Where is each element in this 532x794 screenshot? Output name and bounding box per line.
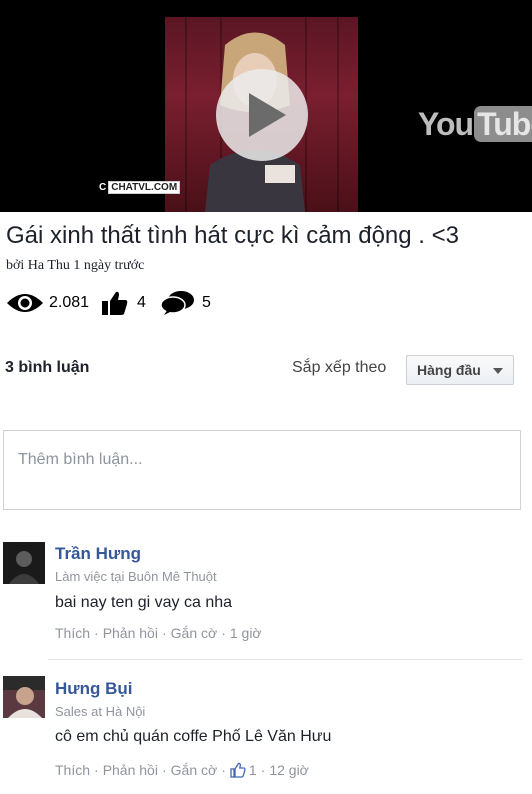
separator: · bbox=[260, 762, 266, 778]
youtube-logo: YouTube bbox=[418, 106, 532, 143]
thumbs-up-icon bbox=[230, 762, 246, 778]
flag-link[interactable]: Gắn cờ bbox=[171, 762, 218, 778]
separator: · bbox=[94, 762, 99, 778]
stats-bar: 2.081 4 5 bbox=[6, 288, 211, 318]
comment-text: bai nay ten gi vay ca nha bbox=[55, 594, 233, 611]
comment-author[interactable]: Trần Hưng bbox=[55, 544, 141, 564]
add-comment-input[interactable]: Thêm bình luận... bbox=[3, 430, 521, 510]
like-link[interactable]: Thích bbox=[55, 762, 90, 778]
comment-bubbles-icon[interactable] bbox=[160, 289, 196, 317]
like-link[interactable]: Thích bbox=[55, 625, 90, 641]
comments-count-heading: 3 bình luận bbox=[5, 359, 90, 376]
avatar[interactable] bbox=[3, 676, 45, 718]
comment-actions: Thích · Phản hồi · Gắn cờ · 1 · 12 giờ bbox=[55, 762, 309, 778]
comment-time[interactable]: 1 giờ bbox=[230, 625, 262, 641]
reply-link[interactable]: Phản hồi bbox=[103, 625, 158, 641]
caret-down-icon bbox=[493, 368, 503, 374]
comment-author[interactable]: Hưng Bụi bbox=[55, 679, 132, 699]
separator: · bbox=[161, 625, 167, 641]
separator: · bbox=[221, 762, 226, 778]
eye-icon bbox=[7, 294, 43, 312]
sort-dropdown-value: Hàng đầu bbox=[417, 362, 481, 378]
thumbs-up-icon[interactable] bbox=[101, 289, 129, 317]
comment-actions: Thích · Phản hồi · Gắn cờ · 1 giờ bbox=[55, 625, 262, 641]
reply-link[interactable]: Phản hồi bbox=[103, 762, 158, 778]
comment-divider bbox=[48, 659, 522, 660]
comment-author-subtitle: Sales at Hà Nội bbox=[55, 704, 146, 719]
avatar[interactable] bbox=[3, 542, 45, 584]
like-count: 4 bbox=[137, 294, 146, 311]
post-byline: bởi Ha Thu 1 ngày trước bbox=[6, 258, 145, 273]
separator: · bbox=[161, 762, 167, 778]
comment-text: cô em chủ quán coffe Phố Lê Văn Hưu bbox=[55, 728, 332, 745]
comment-time[interactable]: 12 giờ bbox=[269, 762, 309, 778]
flag-link[interactable]: Gắn cờ bbox=[171, 625, 218, 641]
play-icon bbox=[249, 93, 286, 137]
add-comment-placeholder: Thêm bình luận... bbox=[18, 451, 143, 468]
view-count: 2.081 bbox=[49, 294, 90, 311]
sort-dropdown[interactable]: Hàng đầu bbox=[406, 355, 514, 385]
comment-like-count: 1 bbox=[248, 762, 257, 778]
separator: · bbox=[94, 625, 99, 641]
video-title: Gái xinh thất tình hát cực kì cảm động .… bbox=[6, 222, 459, 249]
sort-label: Sắp xếp theo bbox=[292, 359, 387, 376]
comment-count: 5 bbox=[201, 294, 211, 311]
separator: · bbox=[221, 625, 226, 641]
play-button[interactable] bbox=[216, 69, 308, 161]
chatvl-watermark: C CHATVL.COM bbox=[99, 181, 181, 194]
comment-author-subtitle: Làm việc tại Buôn Mê Thuột bbox=[55, 569, 217, 584]
video-player[interactable]: YouTube CCHATVL.COM bbox=[0, 0, 532, 212]
